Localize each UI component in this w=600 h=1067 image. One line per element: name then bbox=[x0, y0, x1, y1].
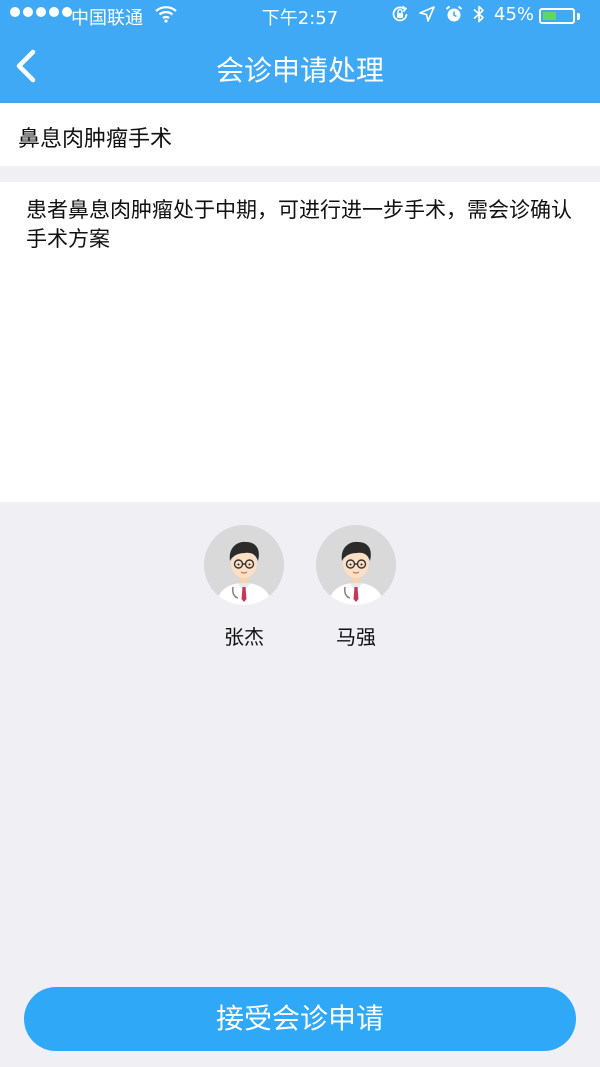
request-title: 鼻息肉肿瘤手术 bbox=[18, 127, 173, 152]
battery-fill bbox=[543, 12, 556, 20]
status-bar: 中国联通 下午2:57 45% bbox=[0, 0, 600, 32]
accept-consultation-button[interactable]: 接受会诊申请 bbox=[24, 987, 576, 1051]
battery-icon bbox=[539, 8, 575, 24]
bluetooth-icon bbox=[472, 4, 486, 24]
battery-percent: 45% bbox=[494, 4, 535, 25]
participant-list: 张杰 马强 bbox=[0, 525, 600, 655]
request-description: 患者鼻息肉肿瘤处于中期，可进行进一步手术，需会诊确认手术方案 bbox=[0, 182, 600, 502]
participant-name: 马强 bbox=[336, 625, 376, 649]
battery-tip bbox=[577, 13, 580, 20]
request-title-row: 鼻息肉肿瘤手术 bbox=[0, 103, 600, 166]
page-title: 会诊申请处理 bbox=[215, 54, 384, 87]
participant-name: 张杰 bbox=[224, 625, 264, 649]
participant-item[interactable]: 张杰 bbox=[202, 525, 286, 650]
location-arrow-icon bbox=[418, 5, 436, 23]
status-icons bbox=[390, 4, 486, 24]
orientation-lock-icon bbox=[390, 4, 410, 24]
alarm-icon bbox=[444, 4, 464, 24]
doctor-avatar-icon bbox=[204, 525, 284, 605]
doctor-avatar-icon bbox=[316, 525, 396, 605]
nav-bar: 会诊申请处理 bbox=[0, 32, 600, 103]
participant-item[interactable]: 马强 bbox=[314, 525, 398, 650]
header: 中国联通 下午2:57 45% 会诊申请处理 bbox=[0, 0, 600, 103]
